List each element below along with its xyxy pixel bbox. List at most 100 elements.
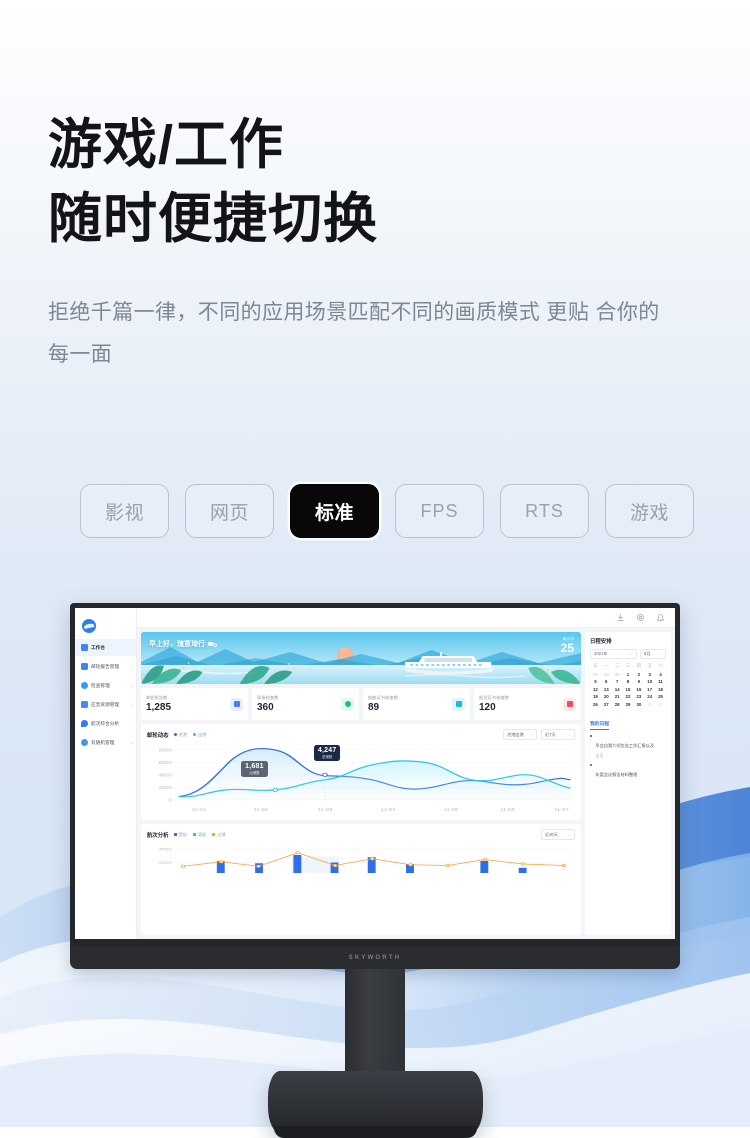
calendar-day[interactable]: 25 (655, 694, 666, 699)
calendar-day[interactable]: 15 (623, 687, 634, 692)
dashboard-topbar[interactable] (137, 608, 675, 628)
calendar-day[interactable]: 28 (590, 672, 601, 677)
line-chart-filters[interactable]: 进港出港 ⌄ 近7天 ⌄ (503, 729, 575, 740)
mode-chip-RTS[interactable]: RTS (500, 484, 589, 538)
calendar-day[interactable]: 29 (601, 672, 612, 677)
calendar-day[interactable]: 8 (623, 679, 634, 684)
mode-chip-标准[interactable]: 标准 (290, 484, 379, 538)
calendar-day[interactable]: 2 (633, 672, 644, 677)
dashboard-content: 早上好，瑰意琦行 南沙市 25 邮轮报告数 1,285 现场检查数 360 船舶证书核查… (137, 628, 675, 939)
calendar-day[interactable]: 17 (644, 687, 655, 692)
filter-select[interactable]: 近7天 ⌄ (541, 729, 575, 740)
line-chart-canvas: 8000 6000 4000 2000 0 11-01 11-02 11-03 … (147, 743, 575, 815)
calendar-day[interactable]: 26 (590, 702, 601, 707)
chevron-down-icon: ⌄ (529, 732, 533, 737)
year-select[interactable]: 2021年 ⌄ (590, 649, 637, 659)
schedule-tabs[interactable]: 我的日程 (590, 712, 666, 730)
mode-chip-网页[interactable]: 网页 (185, 484, 274, 538)
calendar-day[interactable]: 3 (644, 672, 655, 677)
filter-value: 近30天 (545, 831, 559, 837)
calendar-day[interactable]: 1 (644, 702, 655, 707)
stat-card-3[interactable]: 船员证书核查数 120 (474, 688, 581, 720)
filter-select[interactable]: 进港出港 ⌄ (503, 729, 537, 740)
schedule-list[interactable]: 早会自我介绍包含工作汇报以及 全天年度会议报告材料整理 (590, 734, 666, 781)
weather-city: 南沙市 (562, 637, 574, 641)
legend-item[interactable]: 进港 (173, 732, 187, 738)
year-select-value: 2021年 (594, 651, 608, 656)
mode-chip-FPS[interactable]: FPS (395, 484, 484, 538)
calendar-day[interactable]: 14 (612, 687, 623, 692)
calendar-day[interactable]: 7 (612, 679, 623, 684)
tab-my-schedule[interactable]: 我的日程 (590, 720, 610, 730)
stat-icon (341, 697, 354, 711)
monitor-chin: SKYWORTH (70, 947, 680, 969)
month-select[interactable]: 6月 (640, 649, 666, 659)
calendar-day[interactable]: 13 (601, 687, 612, 692)
calendar-day[interactable]: 21 (612, 694, 623, 699)
sidebar-item-4[interactable]: 航次综合分析 ⌄ (75, 715, 136, 732)
sidebar-item-3[interactable]: 应急资源管理 ⌄ (75, 696, 136, 713)
welcome-banner: 早上好，瑰意琦行 南沙市 25 (141, 632, 581, 684)
calendar-day[interactable]: 29 (623, 702, 634, 707)
calendar-day[interactable]: 24 (644, 694, 655, 699)
calendar-day[interactable]: 18 (655, 687, 666, 692)
stat-card-2[interactable]: 船舶证书核查数 89 (363, 688, 470, 720)
legend-marker (173, 733, 177, 736)
calendar-day[interactable]: 19 (590, 694, 601, 699)
picture-mode-selector[interactable]: 影视 网页 标准 FPS RTS 游戏 (0, 484, 750, 538)
legend-item[interactable]: 过境 (212, 832, 226, 838)
mode-chip-影视[interactable]: 影视 (80, 484, 169, 538)
calendar-day[interactable]: 28 (612, 702, 623, 707)
bell-icon[interactable] (656, 613, 665, 622)
calendar-day[interactable]: 2 (655, 702, 666, 707)
settings-icon[interactable] (636, 613, 645, 622)
calendar-day[interactable]: 30 (633, 702, 644, 707)
sidebar-nav-list[interactable]: 工作台邮轮报告管理 ⌄ 检查管理 ⌄ 应急资源管理 ⌄ 航次综合分析 ⌄ 双随机管理 ⌄ (75, 639, 136, 751)
sidebar-item-2[interactable]: 检查管理 ⌄ (75, 677, 136, 694)
mode-chip-游戏[interactable]: 游戏 (605, 484, 694, 538)
sidebar-item-5[interactable]: 双随机管理 ⌄ (75, 734, 136, 751)
calendar-weekday: 三 (625, 663, 631, 668)
legend-item[interactable]: 登船 (173, 832, 187, 838)
calendar-day[interactable]: 20 (601, 694, 612, 699)
calendar-day[interactable]: 23 (633, 694, 644, 699)
schedule-item[interactable]: 年度会议报告材料整理 (590, 763, 666, 781)
stat-card-0[interactable]: 邮轮报告数 1,285 (141, 688, 248, 720)
stat-card-1[interactable]: 现场检查数 360 (252, 688, 359, 720)
legend-item[interactable]: 离船 (192, 832, 206, 838)
calendar-day[interactable]: 6 (601, 679, 612, 684)
calendar-day[interactable]: 11 (655, 679, 666, 684)
bar-chart-filters[interactable]: 近30天 ⌄ (541, 829, 575, 840)
calendar-day[interactable]: 10 (644, 679, 655, 684)
calendar-day[interactable]: 16 (633, 687, 644, 692)
calendar-day[interactable]: 12 (590, 687, 601, 692)
sidebar-item-icon (81, 701, 88, 708)
calendar-period-selectors[interactable]: 2021年 ⌄ 6月 (590, 649, 666, 659)
sidebar-item-0[interactable]: 工作台 (75, 639, 136, 656)
calendar-day[interactable]: 5 (590, 679, 601, 684)
bar-chart-title: 航次分析 (147, 832, 169, 839)
schedule-item[interactable]: 早会自我介绍包含工作汇报以及 全天 (590, 734, 666, 759)
schedule-panel: 日程安排 2021年 ⌄ 6月 日一二三四五六 28 29 30 1 2 3 4 5 (585, 632, 671, 935)
calendar-day[interactable]: 22 (623, 694, 634, 699)
calendar-day[interactable]: 1 (623, 672, 634, 677)
filter-value: 近7天 (545, 731, 556, 737)
stat-icon (230, 697, 243, 711)
download-icon[interactable] (616, 613, 625, 622)
schedule-subtext: 全天 (595, 752, 604, 758)
svg-text:11-02: 11-02 (253, 807, 268, 812)
calendar-day[interactable]: 30 (612, 672, 623, 677)
calendar-day[interactable]: 27 (601, 702, 612, 707)
bar-chart-canvas: 4000 2000 (147, 843, 575, 873)
tooltip-value: 1,681 (245, 763, 264, 770)
calendar-grid[interactable]: 日一二三四五六 28 29 30 1 2 3 4 5 6 7 8 9 10 11 12 13 14 15 16 17 18… (590, 663, 666, 707)
filter-select[interactable]: 近30天 ⌄ (541, 829, 575, 840)
dashboard-sidebar[interactable]: 工作台邮轮报告管理 ⌄ 检查管理 ⌄ 应急资源管理 ⌄ 航次综合分析 ⌄ 双随机管理 ⌄ (75, 608, 137, 939)
legend-item[interactable]: 出港 (192, 732, 206, 738)
calendar-day[interactable]: 4 (655, 672, 666, 677)
chevron-down-icon: ⌄ (129, 683, 133, 688)
calendar-day[interactable]: 9 (633, 679, 644, 684)
svg-text:11-01: 11-01 (192, 807, 207, 812)
stat-value: 360 (257, 701, 274, 713)
sidebar-item-1[interactable]: 邮轮报告管理 ⌄ (75, 658, 136, 675)
